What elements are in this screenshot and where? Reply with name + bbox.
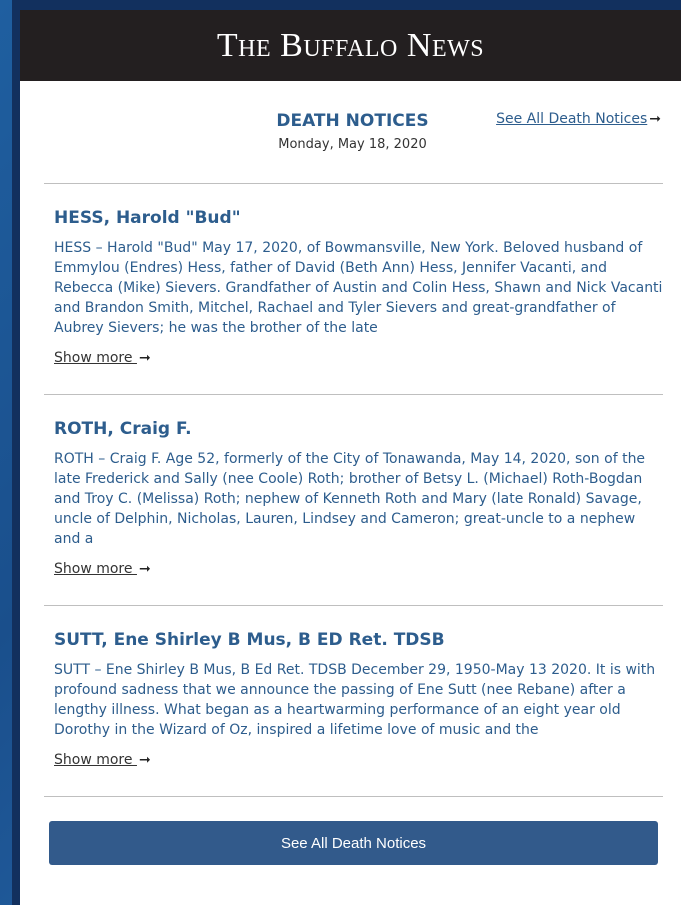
notice-body: HESS – Harold "Bud" May 17, 2020, of Bow… — [54, 240, 663, 336]
notice-name: HESS, Harold "Bud" — [54, 208, 241, 228]
section-header: DEATH NOTICES Monday, May 18, 2020 See A… — [20, 81, 681, 183]
show-more-label: Show more — [54, 752, 133, 768]
cta-container: See All Death Notices — [20, 797, 681, 865]
see-all-death-notices-button[interactable]: See All Death Notices — [49, 821, 658, 865]
notice-name: SUTT, Ene Shirley B Mus, B ED Ret. TDSB — [54, 630, 445, 650]
section-date: Monday, May 18, 2020 — [278, 137, 427, 152]
newsletter-card: The Buffalo News DEATH NOTICES Monday, M… — [20, 10, 681, 905]
notice-name: ROTH, Craig F. — [54, 419, 192, 439]
arrow-right-icon: ➞ — [138, 350, 151, 366]
show-more-label: Show more — [54, 350, 133, 366]
newspaper-logo: The Buffalo News — [216, 26, 485, 64]
see-all-death-notices-link[interactable]: See All Death Notices ➞ — [496, 111, 661, 127]
notice-item: SUTT, Ene Shirley B Mus, B ED Ret. TDSB … — [20, 606, 681, 796]
arrow-right-icon: ➞ — [138, 752, 151, 768]
notice-item: ROTH, Craig F. ROTH – Craig F. Age 52, f… — [20, 395, 681, 605]
show-more-link[interactable]: Show more ➞ — [54, 561, 151, 577]
show-more-link[interactable]: Show more ➞ — [54, 752, 151, 768]
arrow-right-icon: ➞ — [649, 111, 661, 127]
show-more-link[interactable]: Show more ➞ — [54, 350, 151, 366]
notice-body: SUTT – Ene Shirley B Mus, B Ed Ret. TDSB… — [54, 662, 656, 738]
arrow-right-icon: ➞ — [138, 561, 151, 577]
notice-item: HESS, Harold "Bud" HESS – Harold "Bud" M… — [20, 184, 681, 394]
masthead: The Buffalo News — [20, 10, 681, 81]
see-all-link-label: See All Death Notices — [496, 111, 648, 127]
show-more-label: Show more — [54, 561, 133, 577]
notice-body: ROTH – Craig F. Age 52, formerly of the … — [54, 451, 646, 547]
